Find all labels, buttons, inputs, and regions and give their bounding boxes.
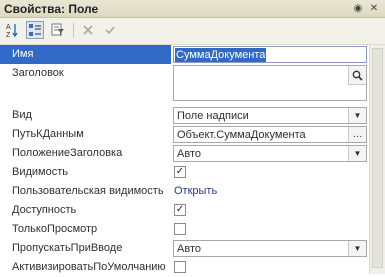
property-grid: Имя СуммаДокумента Заголовок Вид Поле на… [0, 45, 368, 277]
chevron-down-icon[interactable]: ▼ [348, 108, 366, 123]
close-icon[interactable] [79, 21, 97, 39]
view-dropdown[interactable]: Поле надписи ▼ [173, 107, 367, 124]
readonly-checkbox[interactable] [174, 223, 186, 235]
datapath-value: Объект.СуммаДокумента [177, 129, 306, 141]
svg-text:Z: Z [6, 32, 11, 38]
open-link[interactable]: Открыть [174, 182, 217, 201]
toolbar-separator [73, 23, 74, 38]
toolbar: AZ [0, 18, 385, 45]
header-position-dropdown[interactable]: Авто ▼ [173, 145, 367, 162]
property-row-view[interactable]: Вид Поле надписи ▼ [0, 106, 368, 125]
property-label-view: Вид [12, 109, 32, 121]
header-field[interactable] [173, 65, 367, 101]
property-row-header[interactable]: Заголовок [0, 64, 368, 106]
view-value: Поле надписи [177, 110, 249, 122]
property-label-skip-on-input: ПропускатьПриВводе [12, 242, 123, 254]
window-title: Свойства: Поле [4, 2, 99, 16]
property-row-visibility[interactable]: Видимость ✓ [0, 163, 368, 182]
property-label-user-visibility: Пользовательская видимость [12, 185, 164, 197]
check-icon[interactable] [101, 21, 119, 39]
property-label-name: Имя [12, 48, 34, 60]
property-row-name[interactable]: Имя СуммаДокумента [0, 45, 368, 64]
property-row-readonly[interactable]: ТолькоПросмотр [0, 220, 368, 239]
property-label-readonly: ТолькоПросмотр [12, 223, 98, 235]
property-row-skip-on-input[interactable]: ПропускатьПриВводе Авто ▼ [0, 239, 368, 258]
property-label-header: Заголовок [12, 67, 64, 79]
property-row-activate-default[interactable]: АктивизироватьПоУмолчанию [0, 258, 368, 277]
close-window-icon[interactable]: ✕ [368, 2, 380, 14]
property-row-user-visibility[interactable]: Пользовательская видимость Открыть [0, 182, 368, 201]
skip-on-input-value: Авто [177, 243, 201, 255]
skip-on-input-dropdown[interactable]: Авто ▼ [173, 240, 367, 257]
property-row-datapath[interactable]: ПутьКДанным Объект.СуммаДокумента … [0, 125, 368, 144]
sort-alpha-icon[interactable]: AZ [3, 21, 21, 39]
header-position-value: Авто [177, 148, 201, 160]
property-row-enabled[interactable]: Доступность ✓ [0, 201, 368, 220]
search-icon[interactable] [348, 66, 366, 85]
scrollbar[interactable] [369, 45, 385, 274]
chevron-down-icon[interactable]: ▼ [348, 241, 366, 256]
chevron-down-icon[interactable]: ▼ [348, 146, 366, 161]
property-label-enabled: Доступность [12, 204, 77, 216]
name-value: СуммаДокумента [175, 48, 267, 62]
name-field[interactable]: СуммаДокумента [173, 46, 367, 63]
filter-icon[interactable] [49, 21, 67, 39]
visibility-checkbox[interactable]: ✓ [174, 166, 186, 178]
property-label-header-position: ПоложениеЗаголовка [12, 147, 123, 159]
property-label-datapath: ПутьКДанным [12, 128, 84, 140]
property-label-activate-default: АктивизироватьПоУмолчанию [12, 261, 166, 273]
svg-text:A: A [6, 24, 11, 31]
activate-default-checkbox[interactable] [174, 261, 186, 273]
scrollbar-thumb[interactable] [372, 48, 383, 268]
ellipsis-icon[interactable]: … [348, 127, 366, 142]
enabled-checkbox[interactable]: ✓ [174, 204, 186, 216]
datapath-field[interactable]: Объект.СуммаДокумента … [173, 126, 367, 143]
categories-icon[interactable] [26, 21, 44, 39]
title-bar: Свойства: Поле ◉ ✕ [0, 0, 385, 18]
pin-icon[interactable]: ◉ [352, 2, 364, 14]
property-label-visibility: Видимость [12, 166, 68, 178]
property-row-header-position[interactable]: ПоложениеЗаголовка Авто ▼ [0, 144, 368, 163]
